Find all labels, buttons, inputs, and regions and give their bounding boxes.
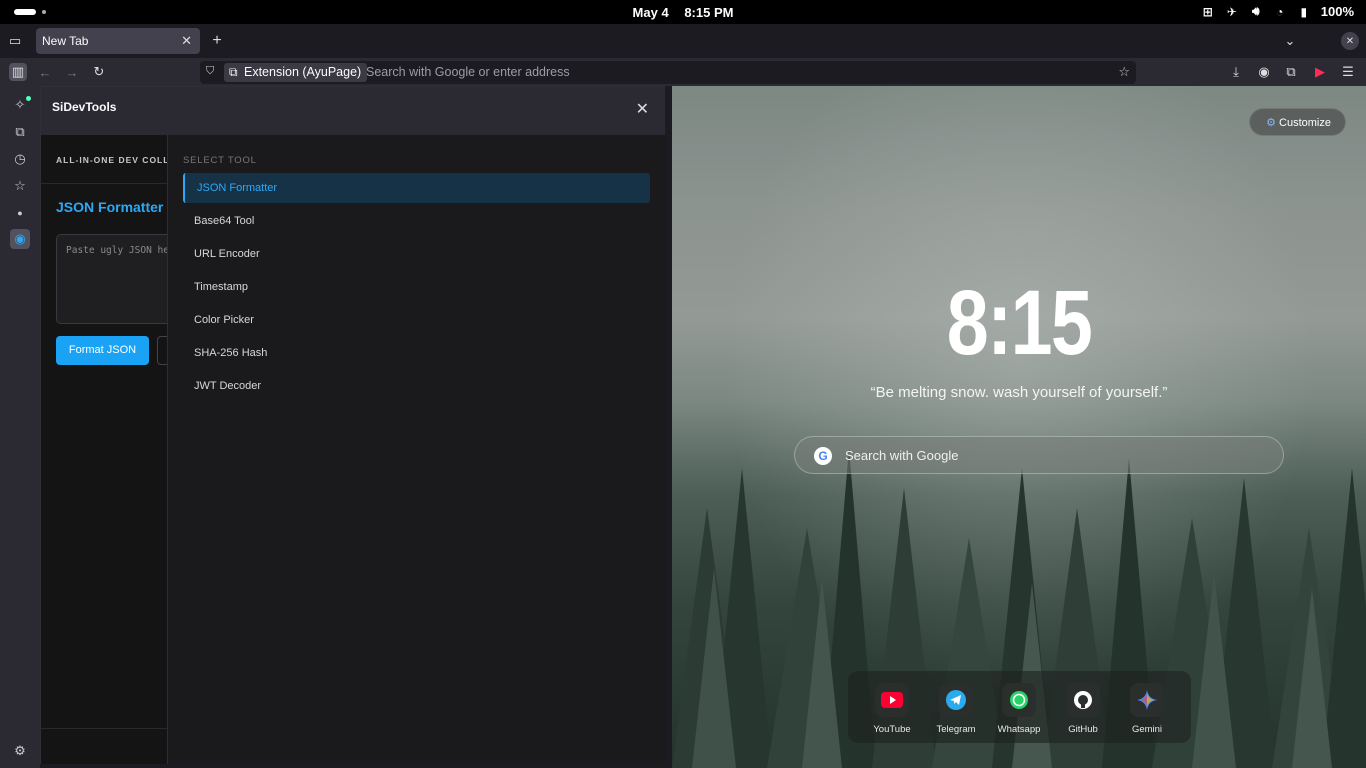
address-placeholder: Search with Google or enter address bbox=[366, 65, 570, 79]
navigation-toolbar: ▥ ← → ↻ ⛉ ⧉ Extension (AyuPage) Search w… bbox=[0, 58, 1366, 86]
extension-icon[interactable]: ● bbox=[10, 203, 30, 223]
tab-bar: ▭ New Tab ✕ + ⌄ ✕ bbox=[0, 24, 1366, 58]
youtube-extension-icon[interactable]: ▶ bbox=[1311, 63, 1329, 81]
tool-select-dropdown: SELECT TOOL JSON Formatter Base64 Tool U… bbox=[167, 135, 665, 764]
status-dot bbox=[26, 96, 31, 101]
tool-option[interactable]: JWT Decoder bbox=[183, 371, 650, 401]
downloads-icon[interactable]: ⤓ bbox=[1227, 63, 1245, 81]
collection-subtitle: ALL-IN-ONE DEV COLLECTION bbox=[56, 155, 167, 165]
shortcut-gemini[interactable]: Gemini bbox=[1117, 683, 1177, 735]
format-json-button[interactable]: Format JSON bbox=[56, 336, 149, 365]
reload-icon[interactable]: ↻ bbox=[90, 63, 108, 81]
power-profile-icon: ◔ bbox=[1276, 4, 1284, 19]
account-icon[interactable]: ◉ bbox=[1255, 63, 1273, 81]
tool-option[interactable]: URL Encoder bbox=[183, 239, 650, 269]
pine-tree bbox=[692, 568, 736, 768]
tool-option[interactable]: Base64 Tool bbox=[183, 206, 650, 236]
gemini-icon bbox=[1130, 683, 1164, 717]
new-tab-icon[interactable]: + bbox=[208, 32, 226, 50]
menu-icon[interactable]: ☰ bbox=[1339, 63, 1357, 81]
tab-list-chevron-icon[interactable]: ⌄ bbox=[1281, 32, 1299, 50]
system-top-bar: May 4 8:15 PM ⊞ ✈ 🔊︎ ◔ ▮ 100% bbox=[0, 0, 1366, 24]
tool-title: JSON Formatter bbox=[56, 199, 164, 215]
select-tool-label: SELECT TOOL bbox=[183, 155, 257, 166]
system-clock[interactable]: May 4 8:15 PM bbox=[0, 5, 1366, 20]
sidebar-header: SiDevTools ✕ bbox=[41, 87, 665, 135]
gear-icon: ⚙ bbox=[1266, 117, 1276, 129]
extensions-icon[interactable]: ⧉ bbox=[1282, 63, 1300, 81]
search-placeholder: Search with Google bbox=[845, 448, 959, 463]
system-date: May 4 bbox=[632, 5, 669, 20]
system-tray[interactable]: ⊞ ✈ 🔊︎ ◔ ▮ 100% bbox=[1201, 4, 1354, 19]
tool-option[interactable]: Color Picker bbox=[183, 305, 650, 335]
close-sidebar-icon[interactable]: ✕ bbox=[636, 99, 649, 119]
volume-icon: 🔊︎ bbox=[1251, 4, 1260, 18]
pine-tree bbox=[1192, 573, 1236, 768]
shortcut-telegram[interactable]: Telegram bbox=[926, 683, 986, 735]
shortcut-label: GitHub bbox=[1068, 724, 1098, 735]
settings-gear-icon[interactable]: ⚙ bbox=[10, 741, 30, 761]
back-icon[interactable]: ← bbox=[36, 63, 54, 81]
shortcut-github[interactable]: GitHub bbox=[1053, 683, 1113, 735]
sidebar-title: SiDevTools bbox=[52, 100, 117, 114]
github-icon bbox=[1066, 683, 1100, 717]
youtube-icon bbox=[875, 683, 909, 717]
quote-text: “Be melting snow. wash yourself of yours… bbox=[870, 384, 1168, 401]
secondary-button[interactable] bbox=[157, 336, 167, 365]
json-input[interactable]: Paste ugly JSON here... bbox=[56, 234, 167, 324]
pine-tree bbox=[802, 578, 842, 768]
system-time: 8:15 PM bbox=[684, 5, 734, 20]
whatsapp-icon bbox=[1002, 683, 1036, 717]
battery-icon: ▮ bbox=[1300, 4, 1308, 19]
shortcut-label: Gemini bbox=[1131, 724, 1163, 735]
tool-workspace: ALL-IN-ONE DEV COLLECTION JSON Formatter… bbox=[41, 135, 167, 764]
extension-identity-chip[interactable]: ⧉ Extension (AyuPage) bbox=[224, 63, 368, 82]
airplane-icon: ✈ bbox=[1226, 4, 1237, 19]
sidebar-toggle-icon[interactable]: ▥ bbox=[9, 63, 27, 81]
shortcut-whatsapp[interactable]: Whatsapp bbox=[989, 683, 1049, 735]
divider bbox=[41, 183, 167, 184]
sidebar-launcher: ✧ ⧉ ◷ ☆ ● ◉ ⚙ bbox=[0, 86, 40, 768]
tool-option[interactable]: JSON Formatter bbox=[183, 173, 650, 203]
shortcut-label: YouTube bbox=[873, 724, 911, 735]
bookmark-star-icon[interactable]: ☆ bbox=[1118, 64, 1130, 80]
bookmarks-icon[interactable]: ☆ bbox=[10, 176, 30, 196]
footer-divider bbox=[41, 728, 167, 729]
extension-name: Extension (AyuPage) bbox=[244, 65, 362, 79]
tool-option[interactable]: Timestamp bbox=[183, 272, 650, 302]
shortcut-youtube[interactable]: YouTube bbox=[862, 683, 922, 735]
customize-label: Customize bbox=[1279, 117, 1331, 129]
clock-display: 8:15 bbox=[946, 272, 1093, 374]
tab-title: New Tab bbox=[42, 34, 89, 48]
tab-overview-icon[interactable]: ▭ bbox=[6, 32, 24, 50]
customize-button[interactable]: ⚙ Customize bbox=[1249, 108, 1346, 136]
new-tab-page: ⚙ Customize 8:15 “Be melting snow. wash … bbox=[672, 86, 1366, 768]
network-icon: ⊞ bbox=[1202, 4, 1213, 19]
google-search-bar[interactable]: G Search with Google bbox=[794, 436, 1284, 474]
close-tab-icon[interactable]: ✕ bbox=[181, 33, 192, 49]
shortcut-label: Whatsapp bbox=[997, 724, 1041, 735]
pine-tree bbox=[1292, 588, 1332, 768]
shortcuts-dock: YouTube Telegram Whatsapp GitHub Gemini bbox=[848, 671, 1191, 743]
synced-tabs-icon[interactable]: ⧉ bbox=[10, 122, 30, 142]
shield-icon[interactable]: ⛉ bbox=[206, 65, 220, 79]
history-icon[interactable]: ◷ bbox=[10, 149, 30, 169]
puzzle-icon: ⧉ bbox=[229, 65, 238, 79]
sidevtools-icon[interactable]: ◉ bbox=[10, 229, 30, 249]
sidebar-panel: SiDevTools ✕ ALL-IN-ONE DEV COLLECTION J… bbox=[40, 86, 665, 764]
close-window-icon[interactable]: ✕ bbox=[1341, 32, 1359, 50]
tab-new-tab[interactable]: New Tab ✕ bbox=[36, 28, 200, 54]
google-logo-icon: G bbox=[814, 447, 832, 465]
shortcut-label: Telegram bbox=[936, 724, 976, 735]
tool-option[interactable]: SHA-256 Hash bbox=[183, 338, 650, 368]
forward-icon[interactable]: → bbox=[63, 63, 81, 81]
battery-percent: 100% bbox=[1320, 4, 1354, 19]
telegram-icon bbox=[939, 683, 973, 717]
address-bar[interactable]: ⛉ ⧉ Extension (AyuPage) Search with Goog… bbox=[200, 61, 1136, 84]
